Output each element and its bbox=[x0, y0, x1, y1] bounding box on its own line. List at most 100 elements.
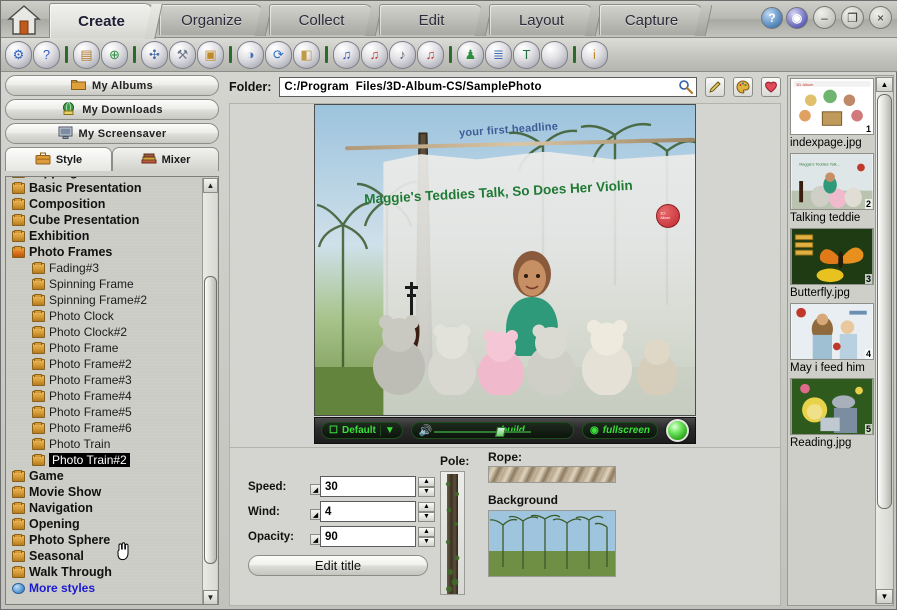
blank-icon[interactable] bbox=[541, 40, 568, 69]
play-lamp[interactable] bbox=[666, 419, 689, 442]
refresh-photo-icon[interactable]: ⟳ bbox=[265, 40, 292, 69]
thumbnail-item[interactable]: Maggie's Teddies Talk... 2 Talking teddie bbox=[790, 153, 874, 226]
music-list-icon[interactable]: ♪ bbox=[389, 40, 416, 69]
thumbnail-image[interactable]: 3 bbox=[790, 228, 874, 285]
style-tree-item[interactable]: Navigation bbox=[6, 500, 199, 516]
style-tree-item[interactable]: Cube Presentation bbox=[6, 212, 199, 228]
style-tree-item[interactable]: More styles bbox=[6, 580, 199, 596]
minimize-button[interactable]: – bbox=[813, 6, 836, 29]
music-note-icon[interactable]: ♫ bbox=[333, 40, 360, 69]
style-tree-item[interactable]: Photo Frame#2 bbox=[6, 356, 199, 372]
settings-gear-icon[interactable]: ⚙ bbox=[5, 40, 32, 69]
thumb-scroll-up-button[interactable]: ▲ bbox=[876, 77, 893, 92]
thumbnail-item[interactable]: 4 May i feed him bbox=[790, 303, 874, 376]
close-button[interactable]: × bbox=[869, 6, 892, 29]
wind-increment-button[interactable]: ▲ bbox=[418, 501, 435, 512]
thumbnail-item[interactable]: 5 Reading.jpg bbox=[790, 378, 874, 451]
chevron-down-icon[interactable]: ▼ bbox=[379, 425, 395, 436]
my-albums-button[interactable]: My Albums bbox=[5, 75, 219, 96]
speed-decrement-button[interactable]: ▼ bbox=[418, 486, 435, 497]
favorite-heart-icon[interactable] bbox=[761, 77, 781, 97]
style-tree-item[interactable]: Photo Clock#2 bbox=[6, 324, 199, 340]
style-tree-item[interactable]: Basic Presentation bbox=[6, 180, 199, 196]
style-tree-item[interactable]: Photo Clock bbox=[6, 308, 199, 324]
style-tree-item[interactable]: Walk Through bbox=[6, 564, 199, 580]
slider-track[interactable] bbox=[433, 431, 531, 433]
style-tree-item[interactable]: Game bbox=[6, 468, 199, 484]
thumbnail-image[interactable]: 4 bbox=[790, 303, 874, 360]
info-icon[interactable]: i bbox=[581, 40, 608, 69]
thumb-scroll-down-button[interactable]: ▼ bbox=[876, 589, 893, 604]
my-screensaver-button[interactable]: My Screensaver bbox=[5, 123, 219, 144]
style-default-dropdown[interactable]: ☐ Default ▼ bbox=[321, 422, 403, 439]
style-tree-item[interactable]: Spinning Frame#2 bbox=[6, 292, 199, 308]
style-tree-item[interactable]: Photo Train bbox=[6, 436, 199, 452]
globe-web-icon[interactable]: ⊕ bbox=[101, 40, 128, 69]
edit-title-button[interactable]: Edit title bbox=[248, 555, 428, 576]
scroll-up-button[interactable]: ▲ bbox=[203, 178, 218, 193]
folder-image-icon[interactable]: ◧ bbox=[293, 40, 320, 69]
build-slider[interactable]: 🔊 build bbox=[410, 422, 575, 439]
background-thumbnail[interactable] bbox=[488, 510, 616, 577]
thumb-scroll-thumb[interactable] bbox=[877, 94, 892, 509]
style-tree-item[interactable]: Movie Show bbox=[6, 484, 199, 500]
style-tree-item[interactable]: Seasonal bbox=[6, 548, 199, 564]
tab-capture[interactable]: Capture bbox=[599, 4, 704, 35]
fullscreen-button[interactable]: ◉ fullscreen bbox=[582, 422, 658, 439]
slideshow-preview[interactable]: your first headline Maggie's Teddies Tal… bbox=[314, 104, 696, 416]
tab-organize[interactable]: Organize bbox=[159, 4, 264, 35]
thumbnail-item[interactable]: 3D-Album 1 indexpage.jpg bbox=[790, 78, 874, 151]
style-tree-scrollbar[interactable]: ▲ ▼ bbox=[202, 178, 218, 604]
layers-icon[interactable]: ≣ bbox=[485, 40, 512, 69]
tab-mixer[interactable]: Mixer bbox=[112, 147, 219, 171]
speed-increment-button[interactable]: ▲ bbox=[418, 476, 435, 487]
style-tree-item[interactable]: Photo Frame#5 bbox=[6, 404, 199, 420]
style-tree-item[interactable]: Composition bbox=[6, 196, 199, 212]
pole-thumbnail[interactable] bbox=[440, 471, 465, 595]
about-icon[interactable]: ◉ bbox=[786, 6, 808, 29]
tab-style[interactable]: Style bbox=[5, 147, 112, 171]
thumbnail-item[interactable]: 3 Butterfly.jpg bbox=[790, 228, 874, 301]
book-open-icon[interactable]: ◑ bbox=[237, 40, 264, 69]
style-tree-item[interactable]: Photo Sphere bbox=[6, 532, 199, 548]
style-tree-item[interactable]: Photo Frame#3 bbox=[6, 372, 199, 388]
palette-icon[interactable] bbox=[733, 77, 753, 97]
album-case-icon[interactable]: ▤ bbox=[73, 40, 100, 69]
music-add-icon[interactable]: ♫ bbox=[361, 40, 388, 69]
rope-thumbnail[interactable] bbox=[488, 466, 616, 483]
frame-photo-icon[interactable]: ▣ bbox=[197, 40, 224, 69]
text-tool-icon[interactable]: T bbox=[513, 40, 540, 69]
tab-edit[interactable]: Edit bbox=[379, 4, 484, 35]
music-remove-icon[interactable]: ♫ bbox=[417, 40, 444, 69]
style-tree-item[interactable]: Photo Train#2 bbox=[6, 452, 199, 468]
style-tree-item[interactable]: Photo Frame bbox=[6, 340, 199, 356]
style-tree-item[interactable]: Opening bbox=[6, 516, 199, 532]
wind-decrement-button[interactable]: ▼ bbox=[418, 511, 435, 522]
scroll-thumb[interactable] bbox=[204, 276, 217, 564]
restore-button[interactable]: ❐ bbox=[841, 6, 864, 29]
style-tree-item[interactable]: Fading#3 bbox=[6, 260, 199, 276]
browse-folder-icon[interactable] bbox=[677, 78, 695, 96]
tab-collect[interactable]: Collect bbox=[269, 4, 374, 35]
opacity-increment-button[interactable]: ▲ bbox=[418, 526, 435, 537]
tab-layout[interactable]: Layout bbox=[489, 4, 594, 35]
thumbnail-image[interactable]: 3D-Album 1 bbox=[790, 78, 874, 135]
thumbnail-image[interactable]: Maggie's Teddies Talk... 2 bbox=[790, 153, 874, 210]
resize-arrows-icon[interactable]: ✣ bbox=[141, 40, 168, 69]
help-question-icon[interactable]: ? bbox=[33, 40, 60, 69]
help-icon[interactable]: ? bbox=[761, 6, 783, 29]
thumbnail-image[interactable]: 5 bbox=[790, 378, 874, 435]
thumbnail-scrollbar[interactable]: ▲ ▼ bbox=[875, 77, 893, 604]
style-tree-item[interactable]: Exhibition bbox=[6, 228, 199, 244]
style-tree-item[interactable]: Photo Frame#4 bbox=[6, 388, 199, 404]
style-tree-item[interactable]: Photo Frame#6 bbox=[6, 420, 199, 436]
style-tree[interactable]: Flippingbo Basic Presentation Composition C… bbox=[5, 176, 219, 605]
home-icon[interactable] bbox=[5, 3, 43, 37]
scroll-down-button[interactable]: ▼ bbox=[203, 590, 218, 604]
folder-path-input[interactable] bbox=[279, 77, 697, 97]
opacity-input[interactable]: 90 bbox=[320, 526, 416, 547]
style-tree-item[interactable]: Spinning Frame bbox=[6, 276, 199, 292]
edit-pencil-icon[interactable] bbox=[705, 77, 725, 97]
slider-knob[interactable] bbox=[494, 427, 506, 437]
style-tree-item[interactable]: Photo Frames bbox=[6, 244, 199, 260]
